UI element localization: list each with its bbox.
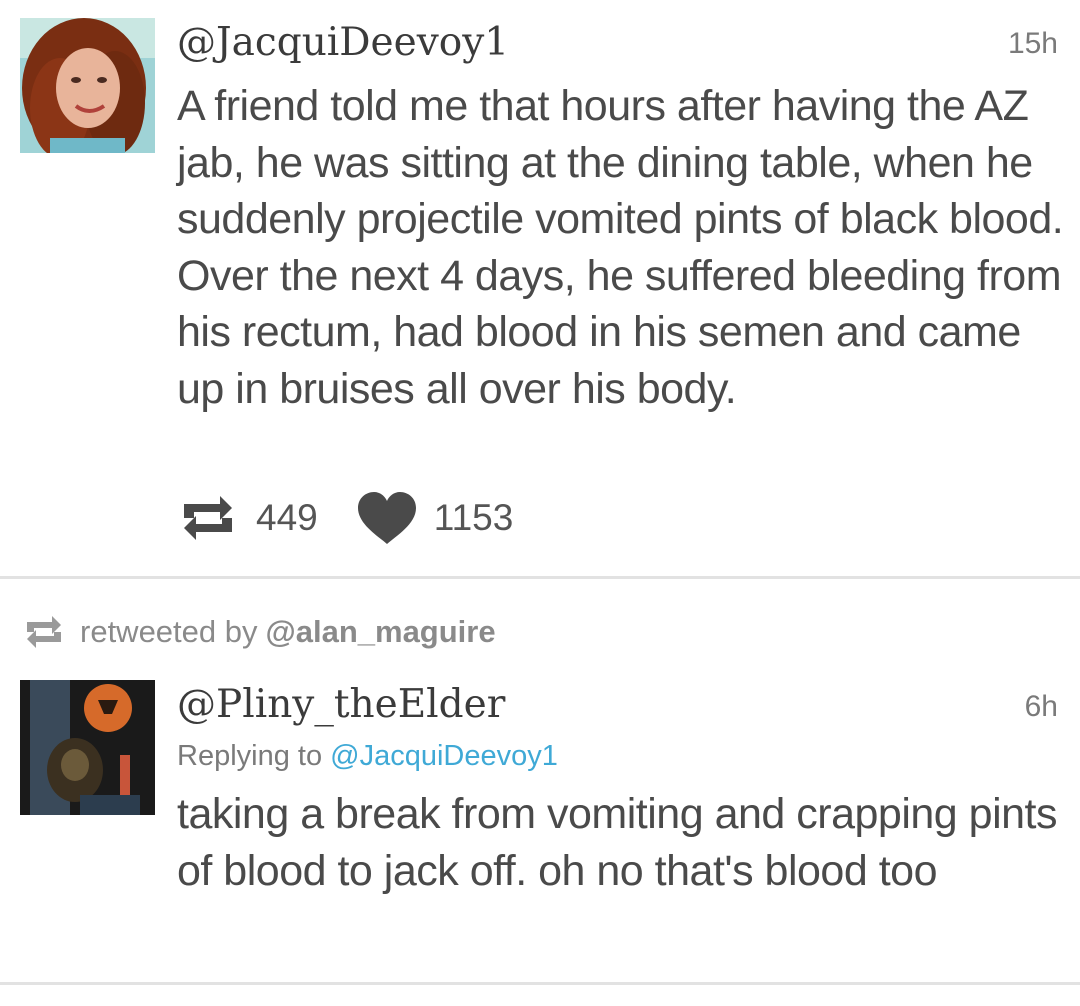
retweeter-handle[interactable]: @alan_maguire [266,614,496,650]
divider [0,576,1080,579]
tweet-text: taking a break from vomiting and crappin… [177,790,1057,895]
tweet-handle[interactable]: @Pliny_theElder [177,682,505,727]
profile-photo-icon [20,18,155,153]
tweet-handle[interactable]: @JacquiDeevoy1 [177,20,509,65]
replying-to-handle[interactable]: @JacquiDeevoy1 [330,740,558,772]
avatar[interactable] [20,680,155,815]
profile-photo-icon [20,680,155,815]
retweet-count: 449 [256,497,318,538]
tweet-timestamp: 15h [1007,27,1058,60]
replying-to: Replying to @JacquiDeevoy1 [177,740,558,773]
replying-to-label: Replying to [177,740,323,772]
divider [0,982,1080,985]
heart-icon[interactable] [356,490,418,546]
tweet-feed: @JacquiDeevoy1 15h A friend told me that… [0,0,1080,1006]
tweet-actions: 449 1153 [180,488,513,548]
retweet-icon[interactable] [180,490,236,546]
retweeted-by-bar: retweeted by @alan_maguire [24,610,496,654]
retweeted-by-label: retweeted by [80,614,258,649]
retweet-icon [27,616,61,648]
tweet-timestamp: 6h [1024,690,1058,723]
tweet-item[interactable]: @JacquiDeevoy1 15h A friend told me that… [0,0,1080,576]
tweet-text: A friend told me that hours after having… [177,82,1064,413]
like-count: 1153 [433,497,514,538]
avatar[interactable] [20,18,155,153]
